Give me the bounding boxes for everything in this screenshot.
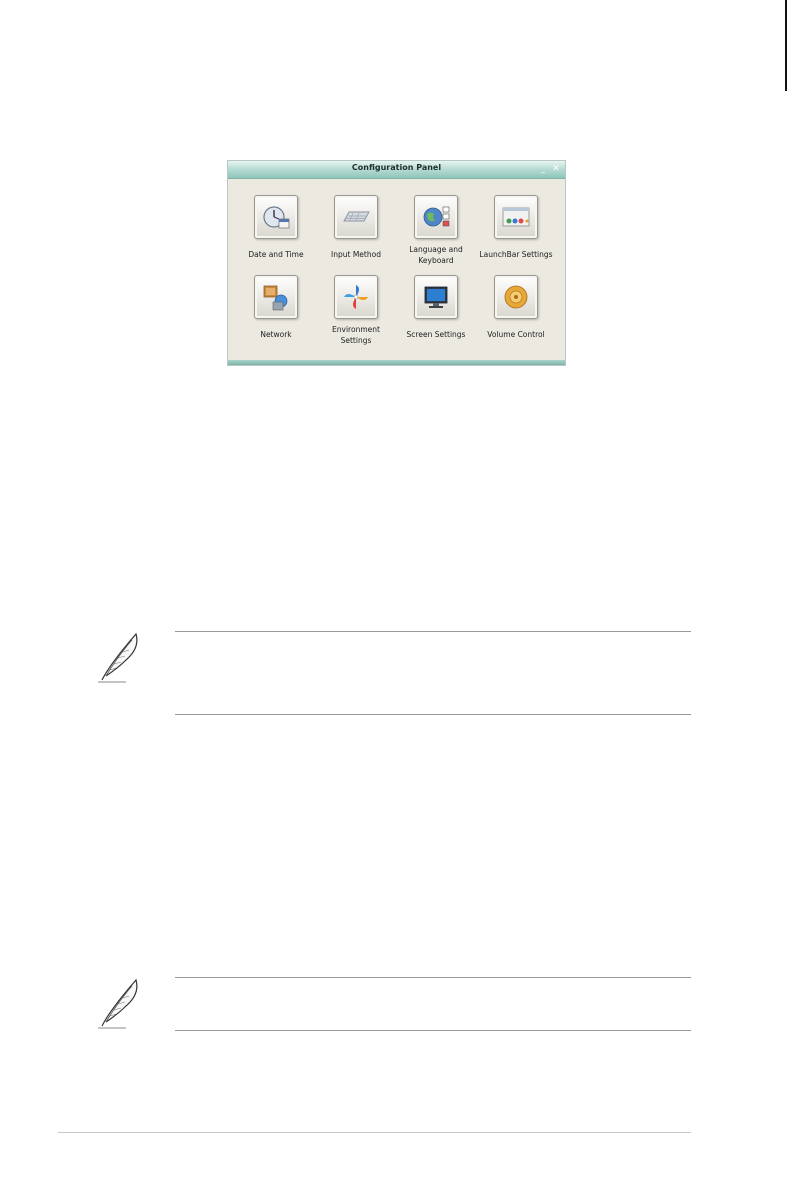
item-screen-settings[interactable]: Screen Settings [394, 275, 474, 355]
clock-icon [263, 206, 290, 229]
launchbar-settings-label: LaunchBar Settings [479, 250, 553, 259]
volume-control-button[interactable] [494, 275, 538, 319]
network-icon [263, 285, 288, 311]
environment-settings-button[interactable] [334, 275, 378, 319]
item-environment-settings[interactable]: Environment Settings [314, 275, 394, 355]
item-launchbar-settings[interactable]: LaunchBar Settings [474, 195, 554, 275]
item-volume-control[interactable]: Volume Control [474, 275, 554, 355]
window-title: Configuration Panel [351, 163, 442, 172]
footer-rule [58, 1132, 691, 1133]
volume-control-label: Volume Control [487, 330, 545, 339]
keyboard-icon [343, 211, 370, 222]
minimize-button[interactable]: _ [538, 164, 548, 174]
globe-icon [423, 206, 450, 227]
item-date-and-time[interactable]: Date and Time [234, 195, 314, 275]
language-and-keyboard-button[interactable] [414, 195, 458, 239]
window-bottom-bar [228, 360, 565, 365]
input-method-button[interactable] [334, 195, 378, 239]
item-input-method[interactable]: Input Method [314, 195, 394, 275]
note-top-rule [175, 977, 691, 978]
launchbar-icon [502, 207, 530, 227]
page-edge-tab [785, 0, 787, 91]
monitor-icon [424, 286, 448, 308]
item-network[interactable]: Network [234, 275, 314, 355]
note-bottom-rule [175, 1030, 691, 1031]
feather-icon [98, 632, 138, 683]
date-and-time-button[interactable] [254, 195, 298, 239]
item-language-and-keyboard[interactable]: Language and Keyboard [394, 195, 474, 275]
configuration-panel-window: Configuration Panel _ ✕ Date and Time In… [227, 160, 566, 366]
note-top-rule [175, 631, 691, 632]
note-bottom-rule [175, 714, 691, 715]
pinwheel-icon [344, 285, 368, 309]
screen-settings-button[interactable] [414, 275, 458, 319]
close-button[interactable]: ✕ [551, 164, 561, 174]
network-button[interactable] [254, 275, 298, 319]
speaker-icon [504, 285, 528, 309]
launchbar-settings-button[interactable] [494, 195, 538, 239]
feather-icon [98, 978, 138, 1029]
window-titlebar: Configuration Panel _ ✕ [228, 161, 565, 179]
